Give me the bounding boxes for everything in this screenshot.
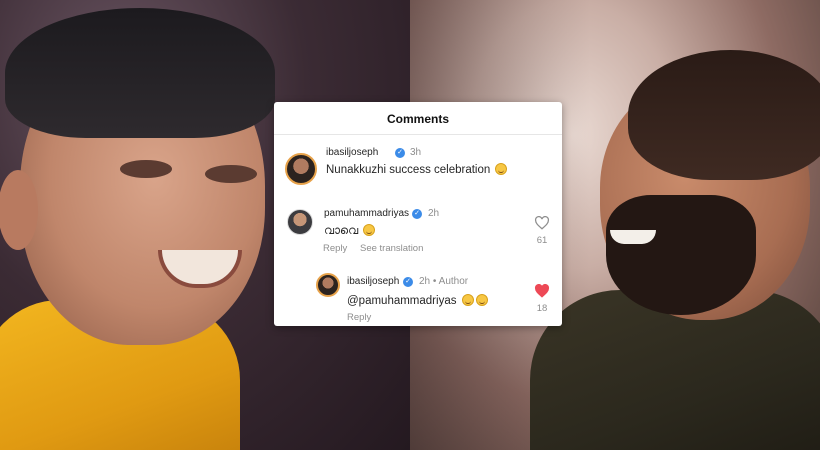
avatar[interactable] [285, 153, 317, 185]
comment-text-row: Nunakkuzhi success celebration [326, 163, 508, 176]
avatar[interactable] [287, 209, 313, 235]
right-person-smile [610, 230, 656, 244]
verified-badge-icon: ✓ [395, 148, 405, 158]
panel-title: Comments [274, 102, 562, 135]
comment-time: 2h [419, 276, 431, 287]
right-person-beard [606, 195, 756, 315]
comment-time-author: 2h • Author [419, 276, 468, 287]
author-badge: Author [438, 276, 469, 287]
verified-badge-icon: ✓ [403, 277, 413, 287]
heart-outline-icon[interactable] [534, 216, 550, 230]
mention-link[interactable]: @pamuhammadriyas [347, 295, 456, 307]
comment-username[interactable]: pamuhammadriyas [324, 208, 409, 219]
reply-button[interactable]: Reply [323, 243, 347, 254]
comment-text-row: @pamuhammadriyas [347, 294, 488, 307]
smiling-face-emoji [363, 224, 376, 236]
right-person-hair [628, 50, 820, 180]
left-person-eye [205, 165, 257, 183]
comment-text: വാവെ [324, 225, 359, 237]
like-count: 18 [536, 303, 548, 314]
tears-of-joy-emoji [475, 294, 488, 306]
comment-username[interactable]: ibasiljoseph [347, 276, 399, 287]
smiling-face-emoji [495, 163, 508, 175]
comment-text: Nunakkuzhi success celebration [326, 164, 491, 176]
comment-time: 3h [410, 147, 422, 158]
comments-panel: Comments ibasiljoseph ✓ 3h Nunakkuzhi su… [274, 102, 562, 326]
heart-filled-icon[interactable] [534, 284, 550, 298]
left-person-eye [120, 160, 172, 178]
tears-of-joy-emoji [461, 294, 474, 306]
like-count: 61 [536, 235, 548, 246]
comment-text-row: വാവെ [324, 224, 376, 238]
comment-time: 2h [428, 208, 440, 219]
meta-separator: • [432, 276, 437, 287]
reply-button[interactable]: Reply [347, 312, 371, 323]
avatar[interactable] [316, 273, 340, 297]
comment-username[interactable]: ibasiljoseph [326, 147, 378, 158]
verified-badge-icon: ✓ [412, 209, 422, 219]
left-person-hair [5, 8, 275, 138]
see-translation-link[interactable]: See translation [360, 243, 423, 254]
